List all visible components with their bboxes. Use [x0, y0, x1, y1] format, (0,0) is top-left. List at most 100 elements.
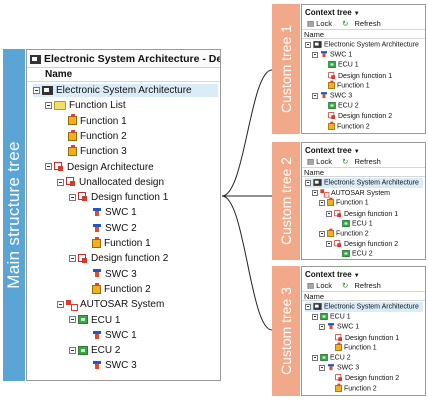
tree-row[interactable]: ECU 2	[312, 353, 351, 363]
tree-row[interactable]: Function 1	[81, 236, 151, 250]
tree-row-label: Function 1	[80, 115, 127, 127]
collapse-toggle-icon[interactable]	[33, 86, 40, 94]
collapse-toggle-icon[interactable]	[312, 51, 318, 58]
collapse-toggle-icon[interactable]	[45, 102, 52, 110]
tree-row[interactable]: Design function 1	[326, 209, 398, 219]
collapse-toggle-icon[interactable]	[319, 199, 325, 206]
tree-row-label: SWC 3	[330, 92, 353, 100]
tree-row-label: Function 1	[344, 344, 377, 352]
collapse-toggle-icon[interactable]	[326, 210, 332, 217]
collapse-toggle-icon[interactable]	[319, 230, 325, 237]
collapse-toggle-icon[interactable]	[305, 303, 311, 310]
collapse-toggle-icon[interactable]	[69, 255, 76, 263]
tree-row[interactable]: SWC 3	[81, 268, 137, 281]
tree-row[interactable]: AUTOSAR System	[312, 188, 390, 198]
ecu-icon	[342, 219, 350, 227]
tree-row[interactable]: ECU 2	[333, 249, 373, 259]
tree-row[interactable]: Electronic System Architecture	[305, 302, 423, 312]
tree-row[interactable]: SWC 1	[319, 322, 359, 332]
tree-row[interactable]: Function 1	[57, 114, 127, 128]
collapse-toggle-icon[interactable]	[69, 346, 76, 354]
refresh-button[interactable]: ↻ Refresh	[342, 281, 385, 290]
tree-row[interactable]: Design function 2	[326, 373, 399, 383]
tree-row[interactable]: Unallocated design	[57, 176, 164, 189]
collapse-toggle-icon[interactable]	[319, 364, 325, 371]
ecu-icon	[78, 345, 88, 355]
main-structure-tree-label: Main structure tree	[3, 49, 25, 381]
collapse-toggle-icon[interactable]	[312, 313, 318, 320]
collapse-toggle-icon[interactable]	[69, 316, 76, 324]
tree-row[interactable]: SWC 1	[81, 206, 137, 219]
tree-row[interactable]: Function 2	[319, 121, 370, 132]
name-column-header[interactable]: Name	[302, 29, 425, 39]
tree-row[interactable]: Function 2	[57, 129, 127, 143]
tree-row-label: Design function 1	[345, 334, 400, 342]
tree-row[interactable]: Function List	[45, 99, 126, 112]
tree-row[interactable]: Design function 2	[69, 252, 168, 265]
tree-row[interactable]: SWC 2	[81, 222, 137, 235]
tree-row[interactable]: Function 2	[319, 228, 369, 239]
tree-row[interactable]: Electronic System Architecture	[305, 178, 423, 188]
tree-row-label: Design function 2	[345, 375, 400, 383]
tree-row-label: AUTOSAR System	[80, 299, 165, 311]
tree-row[interactable]: Design function 1	[326, 333, 399, 343]
tree-row[interactable]: Design function 1	[69, 191, 168, 204]
tree-row-label: SWC 3	[105, 268, 137, 280]
tree-row[interactable]: ECU 1	[319, 60, 359, 70]
collapse-toggle-icon[interactable]	[312, 354, 318, 361]
refresh-button[interactable]: ↻ Refresh	[342, 157, 385, 166]
toolbar: ▤ Lock ↻ Refresh	[302, 18, 425, 29]
tree-row[interactable]: Function 1	[326, 342, 377, 353]
collapse-toggle-icon[interactable]	[312, 190, 318, 197]
tree-row[interactable]: AUTOSAR System	[57, 298, 164, 311]
design-function-icon	[334, 240, 342, 248]
name-column-header[interactable]: Name	[302, 291, 425, 301]
tree-row[interactable]: SWC 1	[81, 329, 137, 342]
collapse-toggle-icon[interactable]	[57, 301, 64, 309]
collapse-toggle-icon[interactable]	[45, 163, 52, 171]
system-icon	[30, 54, 41, 64]
refresh-icon: ↻	[342, 281, 349, 290]
context-tree-title[interactable]: Context tree ▼	[302, 145, 425, 156]
lock-button[interactable]: ▤ Lock	[307, 19, 336, 28]
tree-row[interactable]: ECU 1	[333, 219, 373, 229]
collapse-toggle-icon[interactable]	[305, 41, 311, 48]
custom-tree-2-panel: Context tree ▼ ▤ Lock ↻ Refresh Name Elec…	[301, 142, 426, 260]
swc-icon	[92, 223, 102, 233]
chevron-down-icon: ▼	[353, 149, 360, 155]
tree-row[interactable]: ECU 2	[319, 101, 359, 111]
lock-button[interactable]: ▤ Lock	[307, 281, 336, 290]
tree-row[interactable]: SWC 3	[312, 91, 352, 101]
tree-row[interactable]: Function 1	[319, 198, 369, 208]
tree-row[interactable]: ECU 2	[69, 344, 120, 357]
collapse-toggle-icon[interactable]	[57, 178, 64, 186]
tree-row[interactable]: Function 2	[326, 383, 377, 394]
design-function-icon	[78, 253, 88, 264]
tree-row[interactable]: Electronic System Architecture	[33, 84, 218, 97]
tree-row[interactable]: SWC 1	[312, 50, 352, 60]
tree-row[interactable]: Function 1	[319, 80, 370, 91]
tree-row[interactable]: Design Architecture	[45, 161, 154, 174]
collapse-toggle-icon[interactable]	[305, 179, 311, 186]
system-icon	[313, 41, 322, 48]
collapse-toggle-icon[interactable]	[319, 323, 325, 330]
name-column-header[interactable]: Name	[27, 68, 220, 82]
refresh-button[interactable]: ↻ Refresh	[342, 19, 385, 28]
name-column-header[interactable]: Name	[302, 167, 425, 177]
tree-row[interactable]: ECU 1	[312, 312, 351, 322]
tree-row[interactable]: Function 3	[57, 145, 127, 158]
tree-row[interactable]: SWC 3	[81, 359, 137, 372]
collapse-toggle-icon[interactable]	[69, 193, 76, 201]
collapse-toggle-icon[interactable]	[326, 241, 332, 248]
tree-row[interactable]: SWC 3	[319, 363, 359, 373]
context-tree-title[interactable]: Context tree ▼	[302, 7, 425, 18]
tree-row[interactable]: Design function 1	[319, 71, 392, 81]
tree-row[interactable]: Electronic System Architecture	[305, 40, 419, 50]
collapse-toggle-icon[interactable]	[312, 92, 318, 99]
context-tree-title[interactable]: Context tree ▼	[302, 269, 425, 280]
tree-row[interactable]: Design function 2	[319, 111, 392, 121]
tree-row[interactable]: ECU 1	[69, 314, 120, 327]
tree-row[interactable]: Function 2	[81, 282, 151, 296]
lock-button[interactable]: ▤ Lock	[307, 157, 336, 166]
tree-row[interactable]: Design function 2	[326, 239, 398, 249]
